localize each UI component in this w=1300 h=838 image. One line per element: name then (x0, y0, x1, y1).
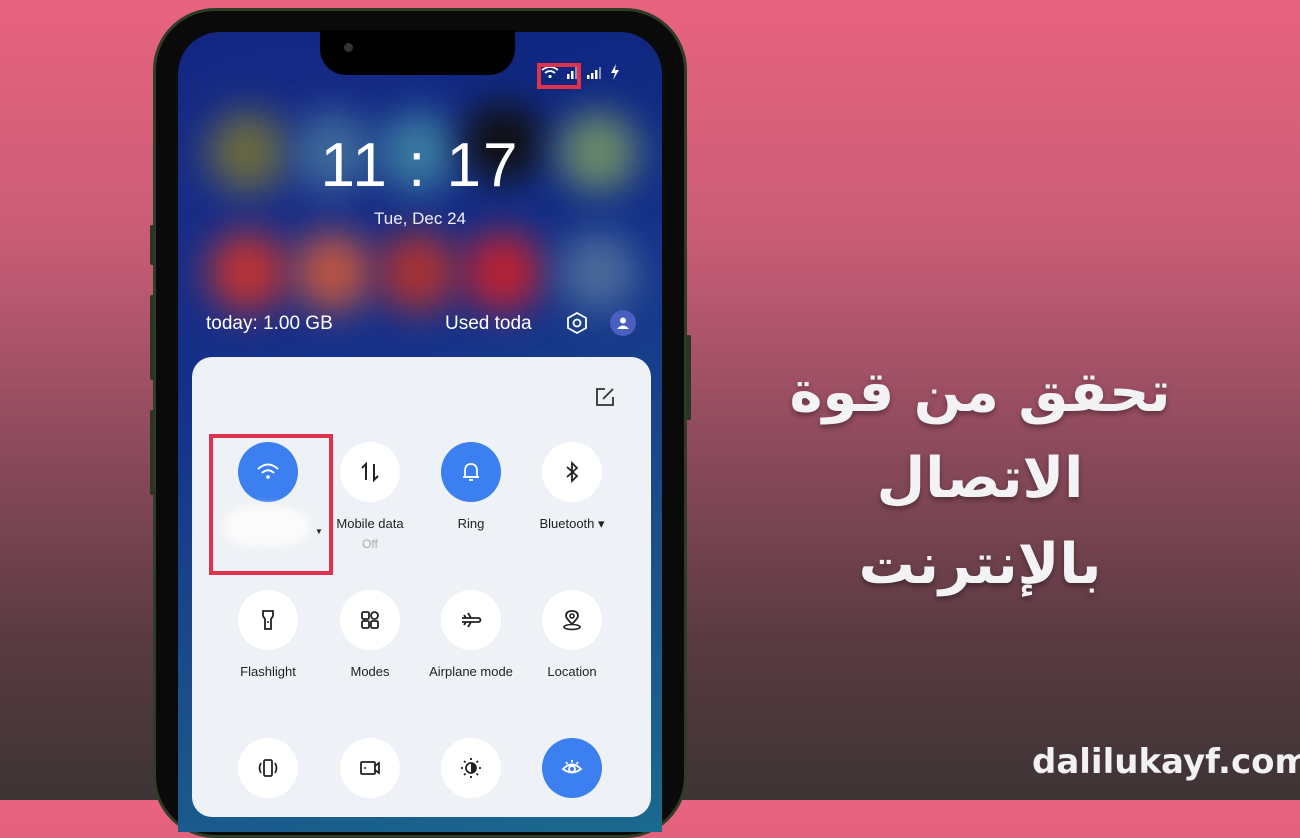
blurred-wifi-name (225, 505, 310, 547)
wallpaper-blob (293, 232, 373, 312)
notch (320, 30, 515, 75)
tile-toggle[interactable] (238, 590, 298, 650)
headline: تحقق من قوة الاتصال بالإنترنت (700, 350, 1260, 608)
eye-comfort-icon (561, 760, 583, 774)
tile-mobile-data[interactable]: Mobile data Off (319, 442, 421, 551)
tile-flashlight[interactable]: Flashlight (217, 590, 319, 685)
lock-clock: 11 : 17 (320, 131, 520, 200)
volume-down-button (150, 410, 155, 495)
modes-icon (361, 611, 379, 629)
wifi-dropdown-caret[interactable]: ▼ (315, 527, 323, 536)
headline-line1: تحقق من قوة الاتصال (789, 360, 1171, 511)
tile-screen-record[interactable] (319, 738, 421, 812)
tile-toggle[interactable] (441, 738, 501, 798)
mobile-data-icon (361, 461, 379, 483)
location-icon (563, 610, 581, 631)
tile-toggle[interactable] (441, 590, 501, 650)
data-usage-right: Used toda (445, 313, 532, 334)
wallpaper-blob (208, 232, 288, 312)
tile-modes[interactable]: Modes (319, 590, 421, 685)
bell-icon (463, 463, 479, 481)
tile-label: Location (547, 664, 597, 679)
tile-sublabel: Off (362, 537, 378, 551)
charging-icon (611, 64, 619, 80)
tile-label: Mobile data (336, 516, 404, 531)
user-avatar-button[interactable] (610, 310, 636, 336)
power-button (686, 335, 691, 420)
tile-toggle[interactable] (238, 738, 298, 798)
vibrate-icon (258, 759, 278, 777)
lock-date: Tue, Dec 24 (374, 209, 466, 228)
tile-bluetooth[interactable]: Bluetooth ▾ (521, 442, 623, 538)
edit-icon (596, 388, 614, 406)
tile-toggle[interactable] (340, 442, 400, 502)
tile-bell[interactable]: Ring (420, 442, 522, 537)
headline-line2: بالإنترنت (858, 532, 1102, 597)
tile-label: Modes (350, 664, 390, 679)
site-watermark: dalilukayf.com (1032, 742, 1300, 782)
phone-side-button (150, 225, 155, 265)
tile-toggle[interactable] (542, 590, 602, 650)
wifi-status-highlight (537, 63, 581, 89)
tile-toggle[interactable] (542, 738, 602, 798)
brightness-icon (461, 758, 481, 778)
volume-up-button (150, 295, 155, 380)
tile-label: Bluetooth ▾ (539, 516, 605, 531)
tile-toggle[interactable] (542, 442, 602, 502)
wallpaper-blob (558, 232, 638, 312)
screen-record-icon (360, 761, 380, 775)
tile-label: Flashlight (240, 664, 296, 679)
wallpaper-blob (378, 232, 458, 312)
front-camera (344, 43, 353, 52)
wallpaper-blob (463, 232, 543, 312)
edit-tiles-button[interactable] (594, 386, 616, 408)
airplane-icon (462, 612, 482, 628)
user-icon (617, 317, 629, 329)
bluetooth-icon (566, 460, 579, 484)
settings-button[interactable] (564, 310, 590, 336)
tile-toggle[interactable] (441, 442, 501, 502)
tile-toggle[interactable] (340, 590, 400, 650)
signal-sim2-icon (587, 67, 601, 79)
data-usage-left: today: 1.00 GB (206, 313, 333, 334)
tile-brightness[interactable] (420, 738, 522, 812)
tile-location[interactable]: Location (521, 590, 623, 685)
tile-vibrate[interactable] (217, 738, 319, 812)
tile-eye-comfort[interactable] (521, 738, 623, 812)
tile-toggle[interactable] (340, 738, 400, 798)
tile-label: Ring (457, 516, 485, 531)
flashlight-icon (262, 610, 274, 630)
tile-airplane[interactable]: Airplane mode (420, 590, 522, 685)
tile-label: Airplane mode (429, 664, 513, 679)
settings-hex-icon (567, 311, 587, 335)
